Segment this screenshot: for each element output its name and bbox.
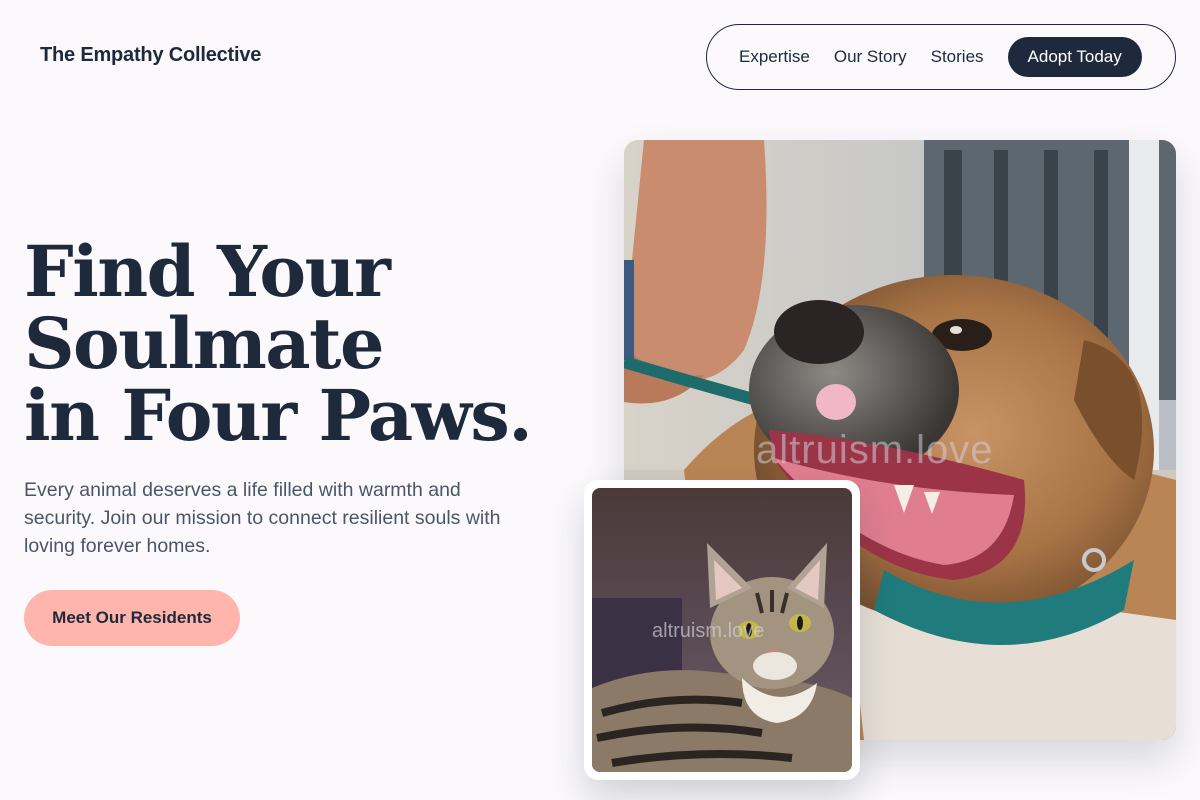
hero-intro: Every animal deserves a life filled with…	[24, 479, 501, 557]
adopt-today-button[interactable]: Adopt Today	[1007, 37, 1142, 77]
cat-photo: altruism.love	[592, 488, 852, 772]
cat-photo-illustration	[592, 488, 852, 772]
cat-photo-card: altruism.love	[584, 480, 860, 780]
headline-line-3: in Four Paws.	[24, 374, 533, 457]
headline-line-1: Find Your	[24, 230, 391, 313]
nav-link-expertise[interactable]: Expertise	[739, 47, 810, 67]
page: The Empathy Collective Expertise Our Sto…	[0, 0, 1200, 800]
headline-line-2: Soulmate	[24, 302, 385, 385]
nav-link-stories[interactable]: Stories	[931, 47, 984, 67]
main-nav: Expertise Our Story Stories Adopt Today	[706, 24, 1176, 90]
nav-link-our-story[interactable]: Our Story	[834, 47, 907, 67]
hero-headline: Find Your Soulmate in Four Paws.	[24, 230, 533, 457]
brand-logo[interactable]: The Empathy Collective	[40, 44, 261, 67]
meet-our-residents-button[interactable]: Meet Our Residents	[24, 590, 240, 646]
